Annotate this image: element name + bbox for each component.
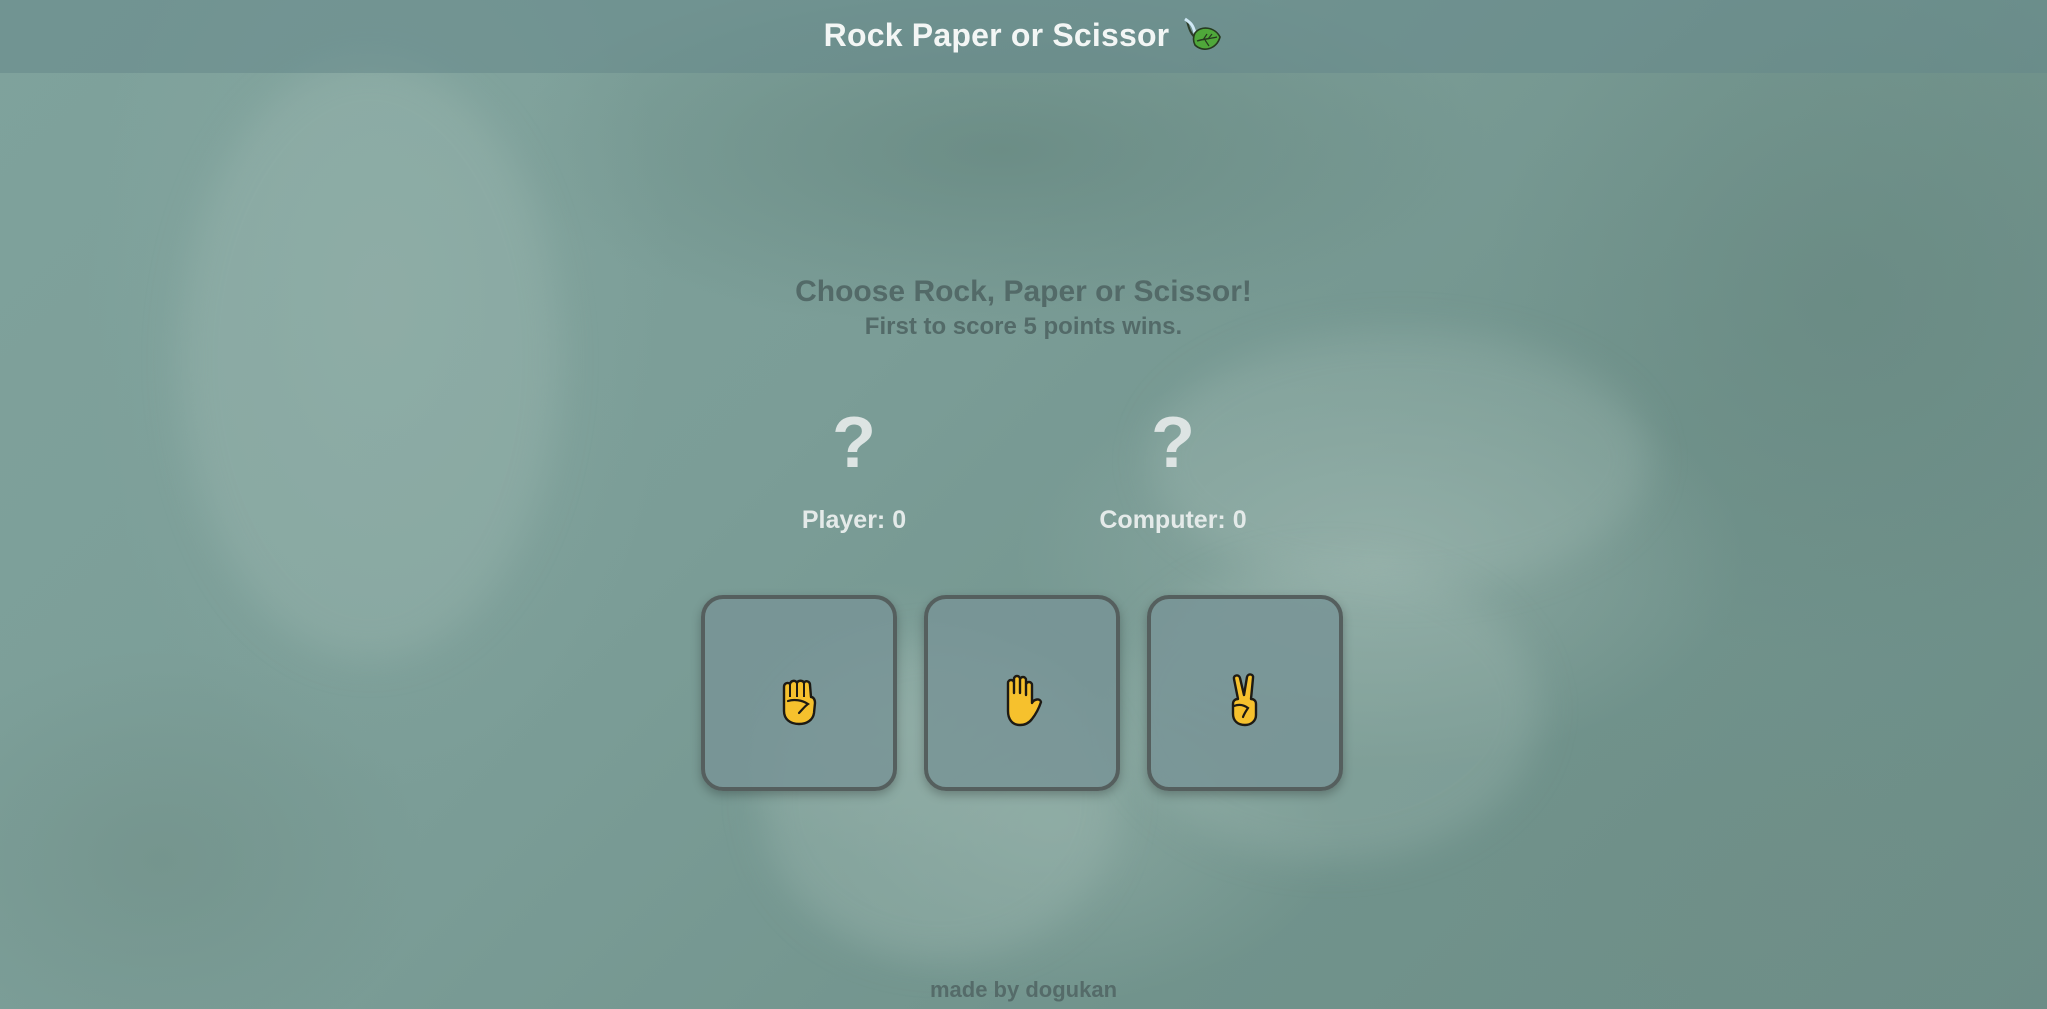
raised-hand-icon xyxy=(1006,674,1043,727)
computer-score: Computer: 0 xyxy=(1099,506,1247,534)
victory-hand-icon xyxy=(1231,673,1258,727)
instructions-subheading: First to score 5 points wins. xyxy=(864,313,1183,340)
player-score: Player: 0 xyxy=(801,506,907,534)
computer-panel: ? Computer: 0 xyxy=(1053,400,1293,535)
player-sign: ? xyxy=(832,403,876,483)
scissor-button[interactable] xyxy=(1147,595,1343,791)
computer-sign: ? xyxy=(1151,403,1195,483)
raised-fist-icon xyxy=(782,679,817,726)
paper-button[interactable] xyxy=(924,595,1120,791)
game-area: Choose Rock, Paper or Scissor! First to … xyxy=(0,0,2047,1009)
rock-button[interactable] xyxy=(701,595,897,791)
player-panel: ? Player: 0 xyxy=(734,400,974,535)
instructions: Choose Rock, Paper or Scissor! First to … xyxy=(0,272,2047,342)
footer-credit: made by dogukan xyxy=(929,977,1118,1002)
instructions-heading: Choose Rock, Paper or Scissor! xyxy=(795,275,1252,308)
choice-buttons xyxy=(701,595,1343,791)
